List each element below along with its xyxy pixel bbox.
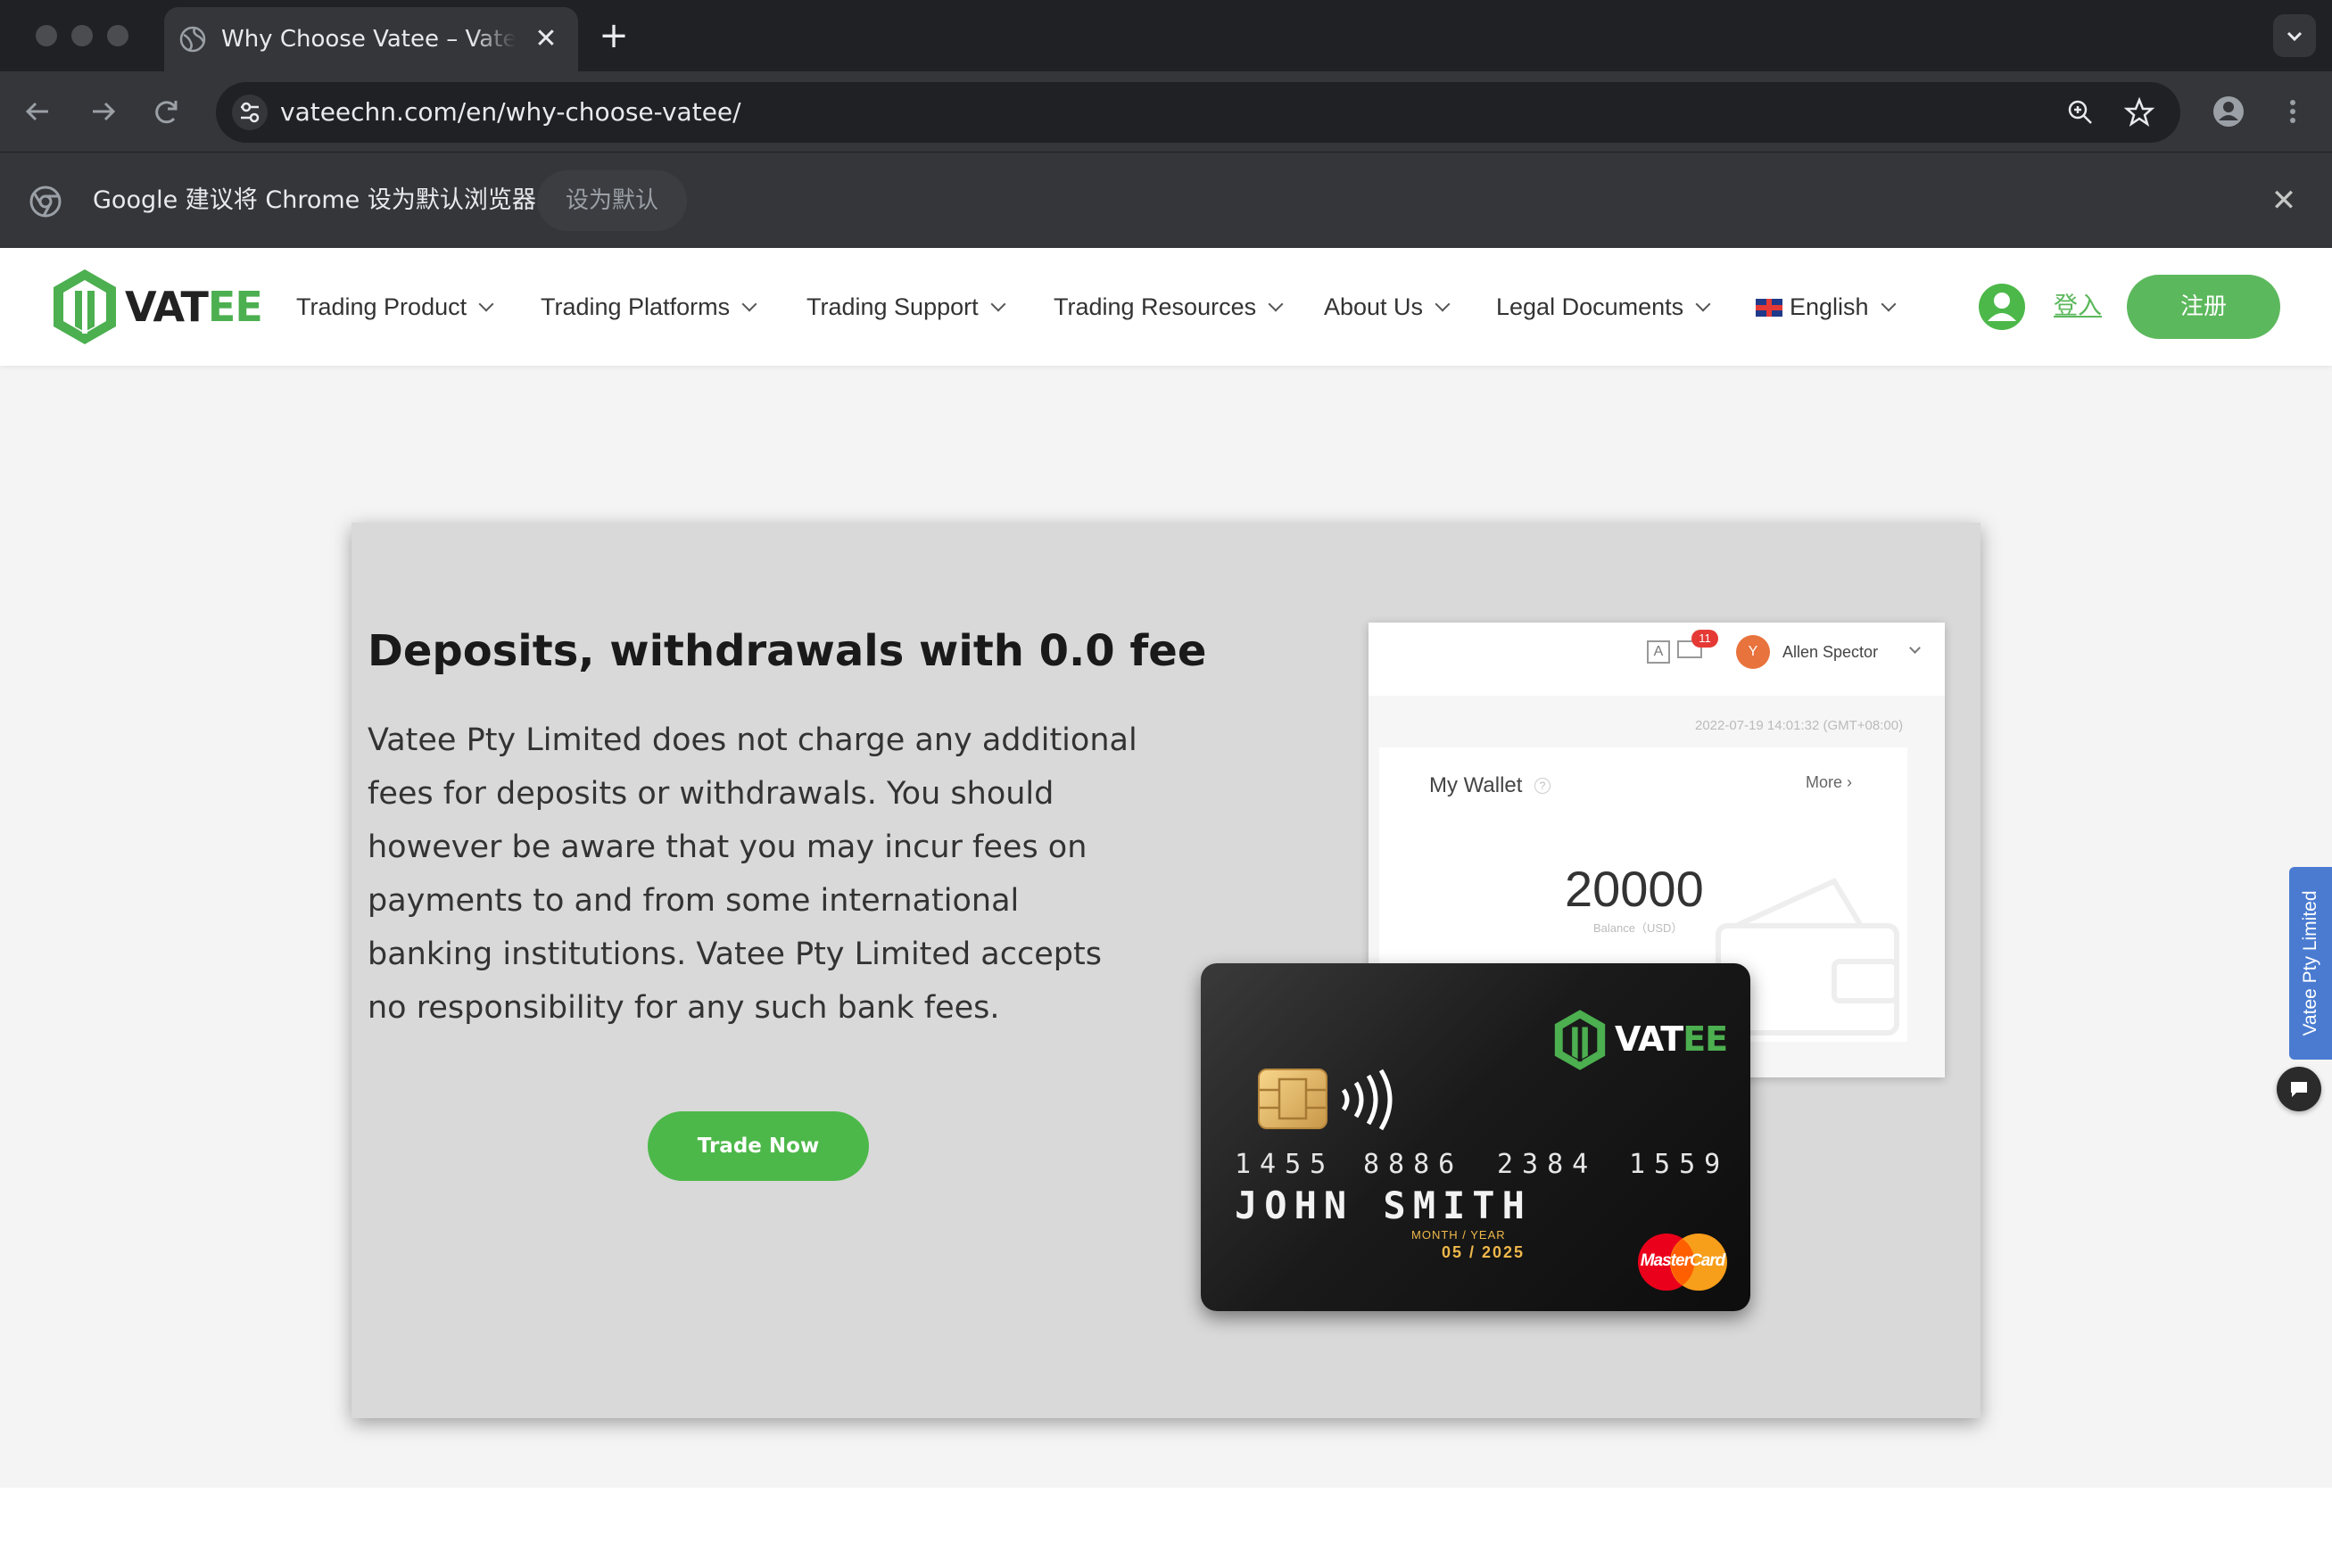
wallet-datetime: 2022-07-19 14:01:32 (GMT+08:00) (1695, 718, 1904, 733)
nav-trading-product[interactable]: Trading Product (296, 287, 494, 326)
window-minimize-button[interactable] (71, 25, 93, 46)
profile-icon[interactable] (2211, 94, 2246, 129)
uk-flag-icon (1756, 299, 1782, 317)
wallet-amount: 20000 (1565, 861, 1704, 917)
card-expiry: 05 / 2025 (1442, 1243, 1526, 1261)
wallet-label: My Wallet (1429, 773, 1523, 797)
language-selector[interactable]: English (1756, 287, 1897, 326)
chrome-logo-icon (29, 186, 62, 218)
user-account-icon[interactable] (1977, 282, 2027, 332)
browser-tab-bar: Why Choose Vatee – Vatee Pty Limited ✕ + (0, 0, 2332, 71)
mastercard-logo: MasterCard (1633, 1231, 1732, 1293)
infobar-close-icon[interactable]: ✕ (2268, 185, 2300, 217)
chip-icon (1258, 1069, 1327, 1129)
forward-icon[interactable] (82, 91, 123, 132)
page-footer-area (0, 1488, 2332, 1568)
card-brand-logo: VATEE (1551, 1006, 1729, 1077)
chevron-down-icon (1695, 296, 1711, 312)
card-number-group: 1455 (1235, 1149, 1336, 1180)
wallet-more-link: More › (1806, 773, 1853, 791)
chevron-down-icon (478, 296, 494, 312)
chevron-down-icon (1909, 642, 1921, 654)
wallet-user-name: Allen Spector (1782, 643, 1879, 661)
browser-toolbar: vateechn.com/en/why-choose-vatee/ (0, 71, 2332, 152)
window-zoom-button[interactable] (107, 25, 128, 46)
hexagon-logo-icon (54, 269, 116, 344)
more-menu-icon[interactable] (2275, 94, 2311, 129)
site-logo[interactable]: VATEE (48, 266, 263, 348)
card-number-group: 1559 (1629, 1149, 1730, 1180)
chevron-down-icon (990, 296, 1006, 312)
chat-button[interactable] (2277, 1067, 2321, 1111)
trade-now-button[interactable]: Trade Now (648, 1111, 869, 1181)
site-settings-icon[interactable] (232, 95, 268, 130)
back-icon[interactable] (18, 91, 59, 132)
browser-tab-active[interactable]: Why Choose Vatee – Vatee Pty Limited ✕ (164, 7, 578, 71)
chat-icon (2291, 1082, 2307, 1097)
hexagon-logo-icon (1554, 1010, 1606, 1070)
wallet-balance-label: Balance（USD） (1593, 921, 1683, 935)
nav-about-us[interactable]: About Us (1324, 287, 1451, 326)
site-header: VATEE Trading Product Trading Platforms … (0, 248, 2332, 366)
side-tab-label: Vatee Pty Limited (2300, 890, 2320, 1036)
set-default-button[interactable]: 设为默认 (537, 170, 687, 231)
new-tab-button[interactable]: + (596, 18, 632, 54)
notification-badge: 11 (1691, 630, 1718, 648)
logo-wordmark: VATEE (125, 283, 263, 331)
globe-icon (179, 26, 206, 53)
nav-trading-resources[interactable]: Trading Resources (1054, 287, 1284, 326)
chevron-down-icon (2287, 31, 2303, 42)
feature-title: Deposits, withdrawals with 0.0 fee (368, 626, 1207, 676)
window-close-button[interactable] (36, 25, 57, 46)
tab-title: Why Choose Vatee – Vatee Pty Limited (221, 26, 516, 53)
chevron-down-icon (1435, 296, 1451, 312)
address-bar[interactable]: vateechn.com/en/why-choose-vatee/ (216, 82, 2180, 143)
tab-search-button[interactable] (2273, 14, 2316, 57)
feature-description: Vatee Pty Limited does not charge any ad… (368, 722, 1137, 1026)
wallet-topbar: A 11 Y Allen Spector (1369, 623, 1945, 696)
chevron-down-icon (741, 296, 757, 312)
url-text[interactable]: vateechn.com/en/why-choose-vatee/ (280, 95, 741, 130)
bookmark-star-icon[interactable] (2121, 95, 2157, 130)
contactless-icon (1341, 1069, 1393, 1131)
chevron-down-icon (1268, 296, 1284, 312)
card-number-group: 2384 (1497, 1149, 1598, 1180)
help-icon: ? (1534, 778, 1551, 794)
zoom-icon[interactable] (2063, 95, 2098, 130)
tab-close-icon[interactable]: ✕ (532, 25, 560, 54)
cardholder-name: JOHN SMITH (1235, 1184, 1532, 1227)
card-network-label: MasterCard (1640, 1251, 1726, 1270)
side-company-tab[interactable]: Vatee Pty Limited (2289, 867, 2332, 1060)
infobar-message: Google 建议将 Chrome 设为默认浏览器 (93, 186, 536, 214)
card-number-group: 8886 (1363, 1149, 1464, 1180)
default-browser-infobar: Google 建议将 Chrome 设为默认浏览器 设为默认 ✕ (0, 152, 2332, 248)
account-icon: A (1647, 640, 1670, 664)
nav-legal-documents[interactable]: Legal Documents (1496, 287, 1711, 326)
login-link[interactable]: 登入 (2054, 287, 2102, 326)
nav-trading-platforms[interactable]: Trading Platforms (541, 287, 757, 326)
register-button[interactable]: 注册 (2127, 275, 2280, 339)
credit-card-image: VATEE 1455 8886 2384 1559 JOHN SMITH MON… (1201, 963, 1750, 1311)
avatar: Y (1736, 635, 1770, 669)
feature-card: Deposits, withdrawals with 0.0 fee Vatee… (351, 523, 1981, 1418)
card-brand-wordmark: VATEE (1615, 1019, 1728, 1059)
nav-trading-support[interactable]: Trading Support (806, 287, 1006, 326)
reload-icon[interactable] (146, 91, 187, 132)
chevron-down-icon (1881, 296, 1897, 312)
